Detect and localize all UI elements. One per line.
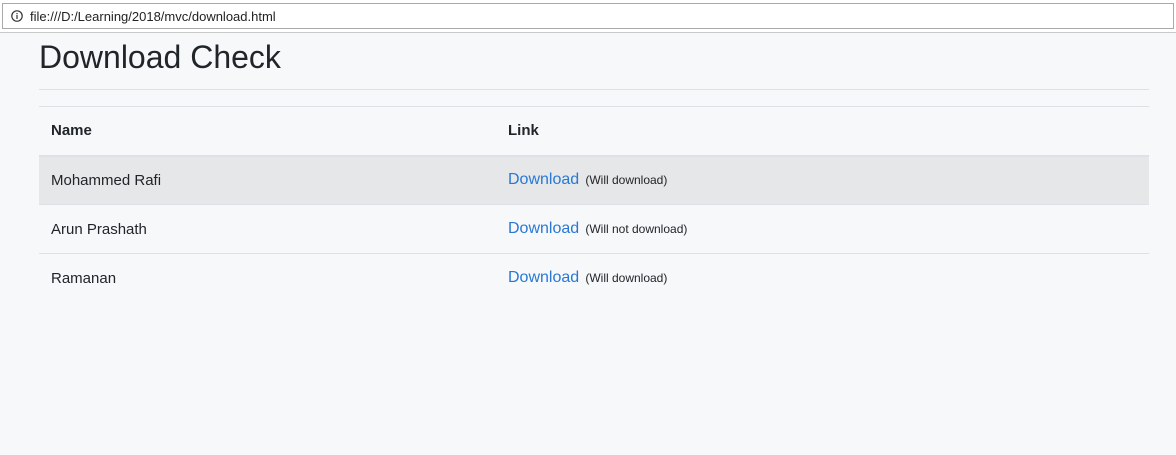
download-link[interactable]: Download: [508, 171, 579, 188]
row-name: Arun Prashath: [51, 220, 147, 238]
table-row: Arun Prashath Download (Will not downloa…: [39, 205, 1149, 254]
column-header-link: Link: [496, 106, 1149, 157]
address-bar[interactable]: file:///D:/Learning/2018/mvc/download.ht…: [2, 3, 1174, 29]
row-link-cell: Download (Will download): [496, 156, 1149, 205]
browser-toolbar: file:///D:/Learning/2018/mvc/download.ht…: [0, 0, 1176, 33]
row-link-cell: Download (Will not download): [496, 205, 1149, 254]
download-link[interactable]: Download: [508, 220, 579, 237]
row-name: Ramanan: [51, 269, 117, 287]
row-link-cell: Download (Will download): [496, 254, 1149, 303]
table-header-row: Name Link: [39, 106, 1149, 157]
divider: [39, 89, 1149, 90]
download-note: (Will not download): [585, 222, 688, 236]
page-title: Download Check: [39, 39, 281, 75]
download-note: (Will download): [585, 271, 668, 286]
download-note: (Will download): [585, 173, 668, 188]
download-table: Name Link Mohammed Rafi Download (Will d…: [39, 106, 1149, 303]
table-row: Mohammed Rafi Download (Will download): [39, 155, 1149, 205]
url-text[interactable]: file:///D:/Learning/2018/mvc/download.ht…: [30, 9, 276, 24]
column-header-name: Name: [39, 106, 496, 157]
info-icon[interactable]: [11, 10, 23, 22]
row-name: Mohammed Rafi: [51, 171, 162, 189]
download-link[interactable]: Download: [508, 269, 579, 286]
table-row: Ramanan Download (Will download): [39, 254, 1149, 303]
